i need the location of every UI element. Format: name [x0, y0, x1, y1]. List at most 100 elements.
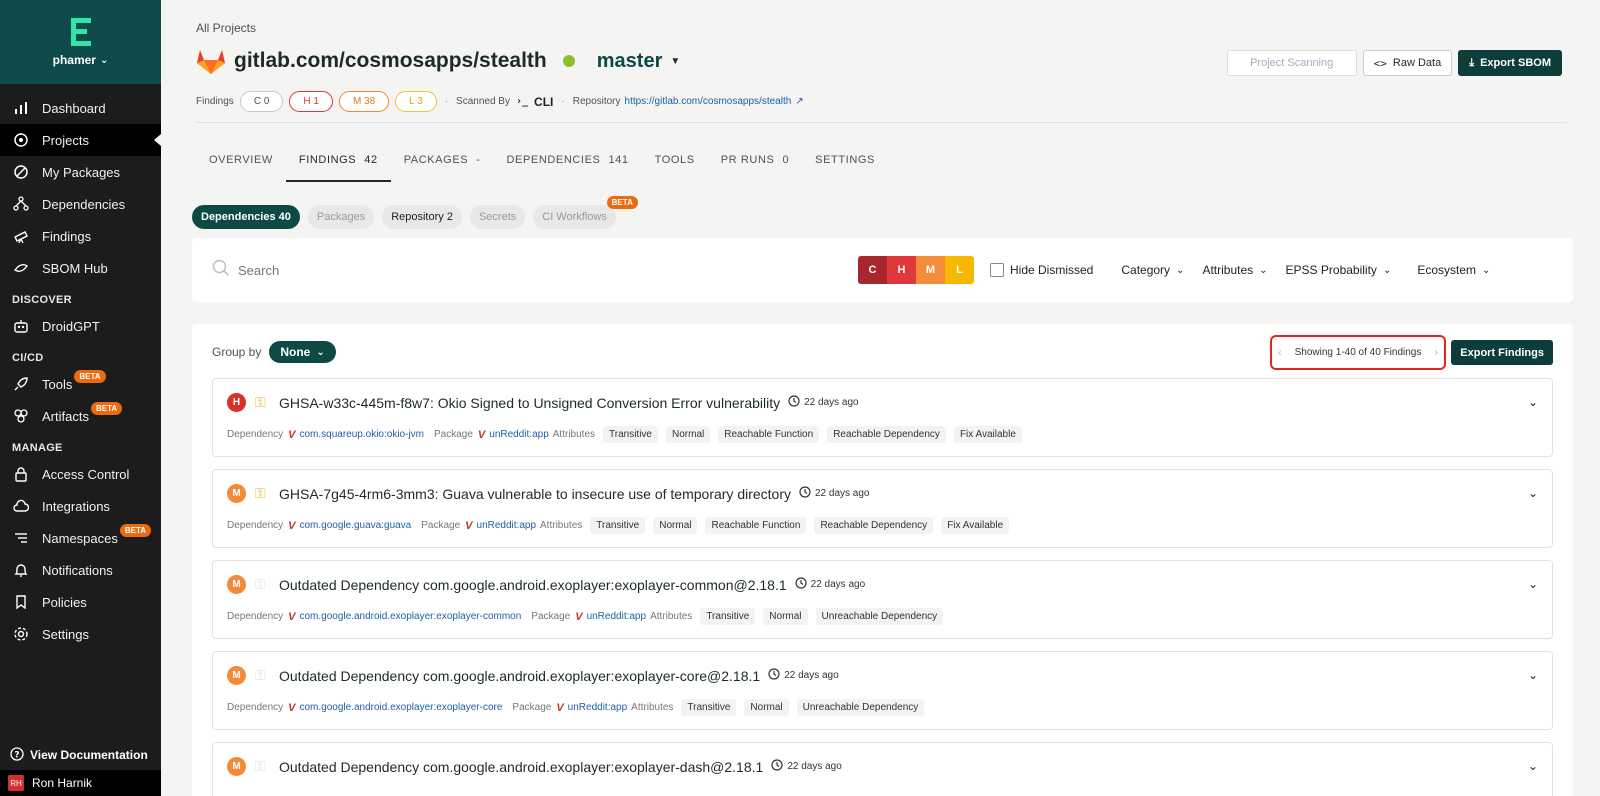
- finding-row[interactable]: H ⚿ GHSA-w33c-445m-f8w7: Okio Signed to Un…: [212, 378, 1553, 457]
- breadcrumb[interactable]: All Projects: [196, 21, 256, 35]
- sidebar-item-tools[interactable]: Tools BETA: [0, 368, 161, 400]
- attributes-label: Attributes: [631, 702, 674, 713]
- attributes-label: Attributes: [552, 429, 596, 440]
- sidebar-item-label: SBOM Hub: [42, 260, 108, 276]
- sidebar-item-label: Policies: [42, 594, 87, 610]
- chip-repository[interactable]: Repository 2: [382, 205, 462, 229]
- severity-high-toggle[interactable]: H: [887, 256, 916, 284]
- severity-badge: M: [227, 484, 246, 503]
- chip-packages[interactable]: Packages: [307, 205, 375, 229]
- sidebar-item-settings[interactable]: Settings: [0, 618, 161, 650]
- ecosystem-dropdown[interactable]: Ecosystem ⌄: [1417, 263, 1490, 277]
- hide-dismissed-checkbox[interactable]: [990, 263, 1004, 277]
- count-low[interactable]: L 3: [395, 91, 437, 112]
- count-high[interactable]: H 1: [289, 91, 333, 112]
- branch-selector[interactable]: master: [597, 50, 663, 73]
- severity-medium-toggle[interactable]: M: [916, 256, 945, 284]
- package-link[interactable]: unReddit:app: [568, 702, 628, 713]
- severity-badge: M: [227, 575, 246, 594]
- expand-chevron-icon[interactable]: ⌄: [1528, 395, 1538, 409]
- chip-dependencies[interactable]: Dependencies 40: [192, 205, 300, 229]
- severity-low-toggle[interactable]: L: [945, 256, 974, 284]
- hide-dismissed[interactable]: Hide Dismissed: [990, 263, 1093, 277]
- search-input[interactable]: [238, 262, 538, 278]
- repository-link[interactable]: https://gitlab.com/cosmosapps/stealth: [625, 96, 792, 107]
- sidebar-item-sbom-hub[interactable]: SBOM Hub: [0, 252, 161, 284]
- finding-title[interactable]: Outdated Dependency com.google.android.e…: [279, 759, 763, 775]
- sidebar-item-access-control[interactable]: Access Control: [0, 458, 161, 490]
- raw-data-button[interactable]: <> Raw Data: [1362, 50, 1453, 76]
- sidebar-item-label: Integrations: [42, 498, 110, 514]
- prev-page-icon[interactable]: ‹: [1278, 347, 1282, 359]
- sidebar-item-policies[interactable]: Policies: [0, 586, 161, 618]
- dependency-link[interactable]: com.google.guava:guava: [300, 520, 412, 531]
- export-findings-button[interactable]: Export Findings: [1451, 340, 1553, 365]
- finding-row[interactable]: M ⚿ Outdated Dependency com.google.android…: [212, 742, 1553, 796]
- finding-row[interactable]: M ⚿ Outdated Dependency com.google.android…: [212, 560, 1553, 639]
- sidebar-item-label: Dashboard: [42, 100, 106, 116]
- tab-findings[interactable]: FINDINGS 42: [285, 144, 391, 182]
- tab-packages[interactable]: PACKAGES -: [391, 144, 494, 182]
- chip-ci-workflows[interactable]: CI Workflows BETA: [533, 196, 638, 229]
- group-by-select[interactable]: None ⌄: [269, 341, 336, 363]
- dependency-label: Dependency: [227, 429, 284, 440]
- tab-pr-runs[interactable]: PR RUNS 0: [708, 144, 802, 182]
- namespace-switcher[interactable]: phamer ⌄: [53, 53, 109, 67]
- count-critical[interactable]: C 0: [239, 91, 284, 112]
- tab-settings[interactable]: SETTINGS: [802, 144, 888, 182]
- branch-chevron-down-icon[interactable]: ▼: [670, 56, 680, 67]
- sidebar-item-my-packages[interactable]: My Packages: [0, 156, 161, 188]
- finding-title[interactable]: GHSA-w33c-445m-f8w7: Okio Signed to Unsi…: [279, 395, 780, 411]
- key-icon: ⚿: [255, 485, 266, 501]
- sidebar-item-projects[interactable]: Projects: [0, 124, 161, 156]
- finding-title[interactable]: GHSA-7g45-4rm6-3mm3: Guava vulnerable to…: [279, 486, 791, 502]
- nav-section-manage: MANAGE: [12, 442, 63, 454]
- dependency-link[interactable]: com.google.android.exoplayer:exoplayer-c…: [300, 611, 522, 622]
- tab-overview[interactable]: OVERVIEW: [196, 144, 286, 182]
- sidebar-item-notifications[interactable]: Notifications: [0, 554, 161, 586]
- svg-text:?: ?: [14, 750, 19, 760]
- telescope-icon: [12, 227, 30, 245]
- sidebar-item-artifacts[interactable]: Artifacts BETA: [0, 400, 161, 432]
- next-page-icon[interactable]: ›: [1434, 347, 1438, 359]
- chip-secrets[interactable]: Secrets: [469, 205, 526, 229]
- export-sbom-button[interactable]: ⤓ Export SBOM: [1458, 50, 1562, 76]
- expand-chevron-icon[interactable]: ⌄: [1528, 668, 1538, 682]
- epss-dropdown[interactable]: EPSS Probability ⌄: [1286, 263, 1392, 277]
- expand-chevron-icon[interactable]: ⌄: [1528, 577, 1538, 591]
- sidebar-item-namespaces[interactable]: Namespaces BETA: [0, 522, 161, 554]
- sidebar-item-findings[interactable]: Findings: [0, 220, 161, 252]
- package-link[interactable]: unReddit:app: [587, 611, 647, 622]
- beta-badge: BETA: [90, 401, 123, 415]
- dependency-link[interactable]: com.google.android.exoplayer:exoplayer-c…: [300, 702, 503, 713]
- expand-chevron-icon[interactable]: ⌄: [1528, 486, 1538, 500]
- finding-row[interactable]: M ⚿ GHSA-7g45-4rm6-3mm3: Guava vulnerable …: [212, 469, 1553, 548]
- current-user[interactable]: RH Ron Harnik: [0, 770, 161, 796]
- external-link-icon[interactable]: ↗: [795, 96, 803, 107]
- finding-age: 22 days ago: [795, 577, 865, 592]
- namespaces-icon: [12, 529, 30, 547]
- category-dropdown[interactable]: Category ⌄: [1121, 263, 1184, 277]
- finding-row[interactable]: M ⚿ Outdated Dependency com.google.android…: [212, 651, 1553, 730]
- sidebar-item-dashboard[interactable]: Dashboard: [0, 92, 161, 124]
- sidebar-item-integrations[interactable]: Integrations: [0, 490, 161, 522]
- finding-title[interactable]: Outdated Dependency com.google.android.e…: [279, 577, 787, 593]
- project-scanning-button[interactable]: Project Scanning: [1226, 50, 1357, 76]
- tab-dependencies[interactable]: DEPENDENCIES 141: [493, 144, 641, 182]
- chip-label: Secrets: [478, 211, 517, 223]
- help-circle-icon: ?: [10, 746, 24, 764]
- package-link[interactable]: unReddit:app: [477, 520, 537, 531]
- sidebar-item-droidgpt[interactable]: DroidGPT: [0, 310, 161, 342]
- package-link[interactable]: unReddit:app: [489, 429, 549, 440]
- view-documentation-label: View Documentation: [30, 748, 148, 762]
- attributes-dropdown[interactable]: Attributes ⌄: [1202, 263, 1267, 277]
- severity-critical-toggle[interactable]: C: [858, 256, 887, 284]
- endor-logo-icon[interactable]: [69, 17, 93, 47]
- tab-tools[interactable]: TOOLS: [642, 144, 708, 182]
- dependency-link[interactable]: com.squareup.okio:okio-jvm: [300, 429, 425, 440]
- count-medium[interactable]: M 38: [338, 91, 390, 112]
- finding-title[interactable]: Outdated Dependency com.google.android.e…: [279, 668, 760, 684]
- view-documentation-link[interactable]: ? View Documentation: [0, 740, 161, 770]
- sidebar-item-dependencies[interactable]: Dependencies: [0, 188, 161, 220]
- expand-chevron-icon[interactable]: ⌄: [1528, 759, 1538, 773]
